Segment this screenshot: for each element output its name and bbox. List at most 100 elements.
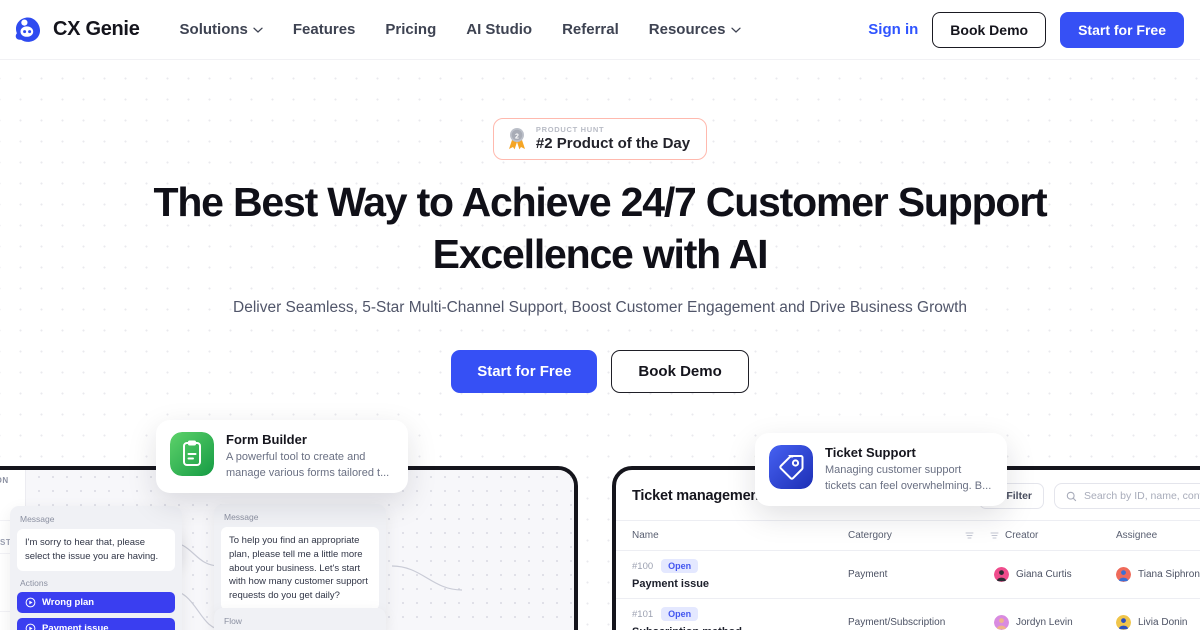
column-label: Name bbox=[632, 530, 659, 541]
flow-node-message-2[interactable]: Message To help you find an appropriate … bbox=[214, 504, 386, 617]
feature-description: A powerful tool to create and manage var… bbox=[226, 451, 390, 479]
feature-card-text: Form Builder A powerful tool to create a… bbox=[226, 432, 394, 481]
hero-start-for-free-button[interactable]: Start for Free bbox=[451, 349, 598, 393]
feature-card-ticket-support[interactable]: Ticket Support Managing customer support… bbox=[755, 433, 1007, 507]
nav-item-features[interactable]: Features bbox=[293, 21, 356, 38]
avatar bbox=[994, 567, 1009, 582]
nav-label: Pricing bbox=[385, 21, 437, 38]
feature-description: Managing customer support tickets can fe… bbox=[825, 464, 992, 492]
assignee-name: Tiana Siphron bbox=[1138, 569, 1200, 580]
flow-action-wrong-plan[interactable]: Wrong plan bbox=[17, 591, 175, 613]
ticket-category-cell: Payment bbox=[838, 550, 984, 599]
site-header: CX Genie Solutions Features Pricing AI S… bbox=[0, 0, 1200, 60]
product-hunt-text: PRODUCT HUNT #2 Product of the Day bbox=[536, 126, 690, 152]
column-assignee[interactable]: Assignee bbox=[1106, 520, 1200, 551]
feature-title: Form Builder bbox=[226, 432, 307, 447]
ticket-id: #100 bbox=[632, 560, 654, 572]
feature-title: Ticket Support bbox=[825, 445, 916, 460]
book-demo-button[interactable]: Book Demo bbox=[932, 11, 1047, 48]
play-circle-icon bbox=[25, 623, 36, 630]
action-label: Payment issue bbox=[42, 622, 109, 630]
svg-text:2: 2 bbox=[515, 133, 519, 140]
status-badge: Open bbox=[661, 559, 699, 573]
node-message-text: I'm sorry to hear that, please select th… bbox=[17, 529, 175, 571]
ticket-name-cell: #101 Open Subscription method bbox=[616, 598, 838, 630]
ticket-search-box[interactable]: Search by ID, name, content bbox=[1054, 483, 1200, 509]
ticket-table-header: Name Catergory Creator Assignee bbox=[616, 520, 1200, 551]
ticket-assignee-cell: Tiana Siphron bbox=[1106, 550, 1200, 599]
flow-action-payment-issue[interactable]: Payment issue bbox=[17, 617, 175, 630]
hero-subtitle: Deliver Seamless, 5-Star Multi-Channel S… bbox=[233, 298, 967, 316]
hero-cta-group: Start for Free Book Demo bbox=[0, 349, 1200, 393]
column-label: Catergory bbox=[848, 530, 892, 541]
creator-name: Jordyn Levin bbox=[1016, 617, 1073, 628]
filter-icon[interactable] bbox=[990, 531, 999, 540]
filter-label: Filter bbox=[1006, 490, 1032, 502]
sidebar-section-button: BUTTON bbox=[0, 476, 9, 485]
table-header-row: Name Catergory Creator Assignee bbox=[616, 520, 1200, 551]
nav-item-resources[interactable]: Resources bbox=[649, 21, 741, 38]
creator-name: Giana Curtis bbox=[1016, 569, 1072, 580]
main-nav: Solutions Features Pricing AI Studio Ref… bbox=[180, 21, 741, 38]
signin-link[interactable]: Sign in bbox=[868, 21, 918, 38]
column-name[interactable]: Name bbox=[616, 520, 838, 551]
status-badge: Open bbox=[661, 607, 699, 621]
column-label: Creator bbox=[1005, 530, 1039, 541]
ticket-id: #101 bbox=[632, 608, 654, 620]
medal-icon: 2 bbox=[508, 127, 525, 150]
product-hunt-kicker: PRODUCT HUNT bbox=[535, 125, 605, 134]
column-category[interactable]: Catergory bbox=[838, 520, 984, 551]
product-hunt-badge[interactable]: 2 PRODUCT HUNT #2 Product of the Day bbox=[492, 118, 708, 160]
nav-label: Resources bbox=[648, 21, 726, 38]
assignee-name: Livia Donin bbox=[1138, 617, 1188, 628]
table-row[interactable]: #100 Open Payment issue Payment Giana Cu… bbox=[616, 550, 1200, 599]
avatar bbox=[1116, 567, 1131, 582]
ticket-assignee-cell: Livia Donin bbox=[1106, 598, 1200, 630]
node-label: Flow bbox=[224, 616, 242, 626]
node-label: Message bbox=[224, 512, 259, 522]
node-label: Message bbox=[20, 514, 55, 524]
ticket-table: Name Catergory Creator Assignee #100 Ope… bbox=[616, 520, 1200, 630]
tag-icon bbox=[769, 445, 813, 489]
page-title: The Best Way to Achieve 24/7 Customer Su… bbox=[0, 178, 1200, 275]
chevron-down-icon bbox=[730, 27, 741, 33]
avatar bbox=[994, 615, 1009, 630]
nav-label: Solutions bbox=[179, 21, 248, 38]
genie-logo-icon bbox=[15, 17, 40, 42]
flow-node-flow[interactable]: Flow Notify agent bbox=[214, 608, 386, 630]
product-hunt-title: #2 Product of the Day bbox=[535, 134, 691, 152]
nav-label: Referral bbox=[562, 21, 619, 38]
filter-icon[interactable] bbox=[965, 531, 974, 540]
ticket-creator-cell: Jordyn Levin bbox=[984, 598, 1106, 630]
column-label: Assignee bbox=[1116, 530, 1158, 541]
start-for-free-button[interactable]: Start for Free bbox=[1060, 11, 1184, 48]
feature-card-form-builder[interactable]: Form Builder A powerful tool to create a… bbox=[156, 420, 408, 494]
avatar bbox=[1116, 615, 1131, 630]
ticket-meta: #100 Open bbox=[632, 559, 828, 573]
play-circle-icon bbox=[25, 597, 36, 607]
brand-name: CX Genie bbox=[53, 18, 140, 40]
flow-node-message-1[interactable]: Message I'm sorry to hear that, please s… bbox=[10, 506, 182, 630]
feature-card-text: Ticket Support Managing customer support… bbox=[825, 445, 993, 494]
node-actions-label: Actions bbox=[20, 577, 48, 588]
nav-label: Features bbox=[292, 21, 356, 38]
ticket-table-body: #100 Open Payment issue Payment Giana Cu… bbox=[616, 550, 1200, 630]
nav-item-solutions[interactable]: Solutions bbox=[180, 21, 263, 38]
action-label: Wrong plan bbox=[42, 596, 95, 608]
header-actions: Sign in Book Demo Start for Free bbox=[868, 11, 1184, 48]
nav-item-ai-studio[interactable]: AI Studio bbox=[466, 21, 532, 38]
nav-item-pricing[interactable]: Pricing bbox=[385, 21, 436, 38]
column-creator[interactable]: Creator bbox=[984, 520, 1106, 551]
search-placeholder: Search by ID, name, content bbox=[1084, 490, 1200, 502]
table-row[interactable]: #101 Open Subscription method Payment/Su… bbox=[616, 598, 1200, 630]
ticket-name-cell: #100 Open Payment issue bbox=[616, 550, 838, 599]
ticket-title: Payment issue bbox=[632, 578, 710, 590]
ticket-meta: #101 Open bbox=[632, 607, 828, 621]
hero-book-demo-button[interactable]: Book Demo bbox=[611, 349, 749, 393]
hero-title-line-1: The Best Way to Achieve 24/7 Customer Su… bbox=[153, 178, 1047, 225]
ticket-title: Subscription method bbox=[632, 626, 828, 630]
nav-label: AI Studio bbox=[466, 21, 533, 38]
ticket-tools: Filter Search by ID, name, content bbox=[979, 483, 1200, 509]
brand-logo[interactable]: CX Genie bbox=[12, 14, 140, 46]
nav-item-referral[interactable]: Referral bbox=[562, 21, 619, 38]
